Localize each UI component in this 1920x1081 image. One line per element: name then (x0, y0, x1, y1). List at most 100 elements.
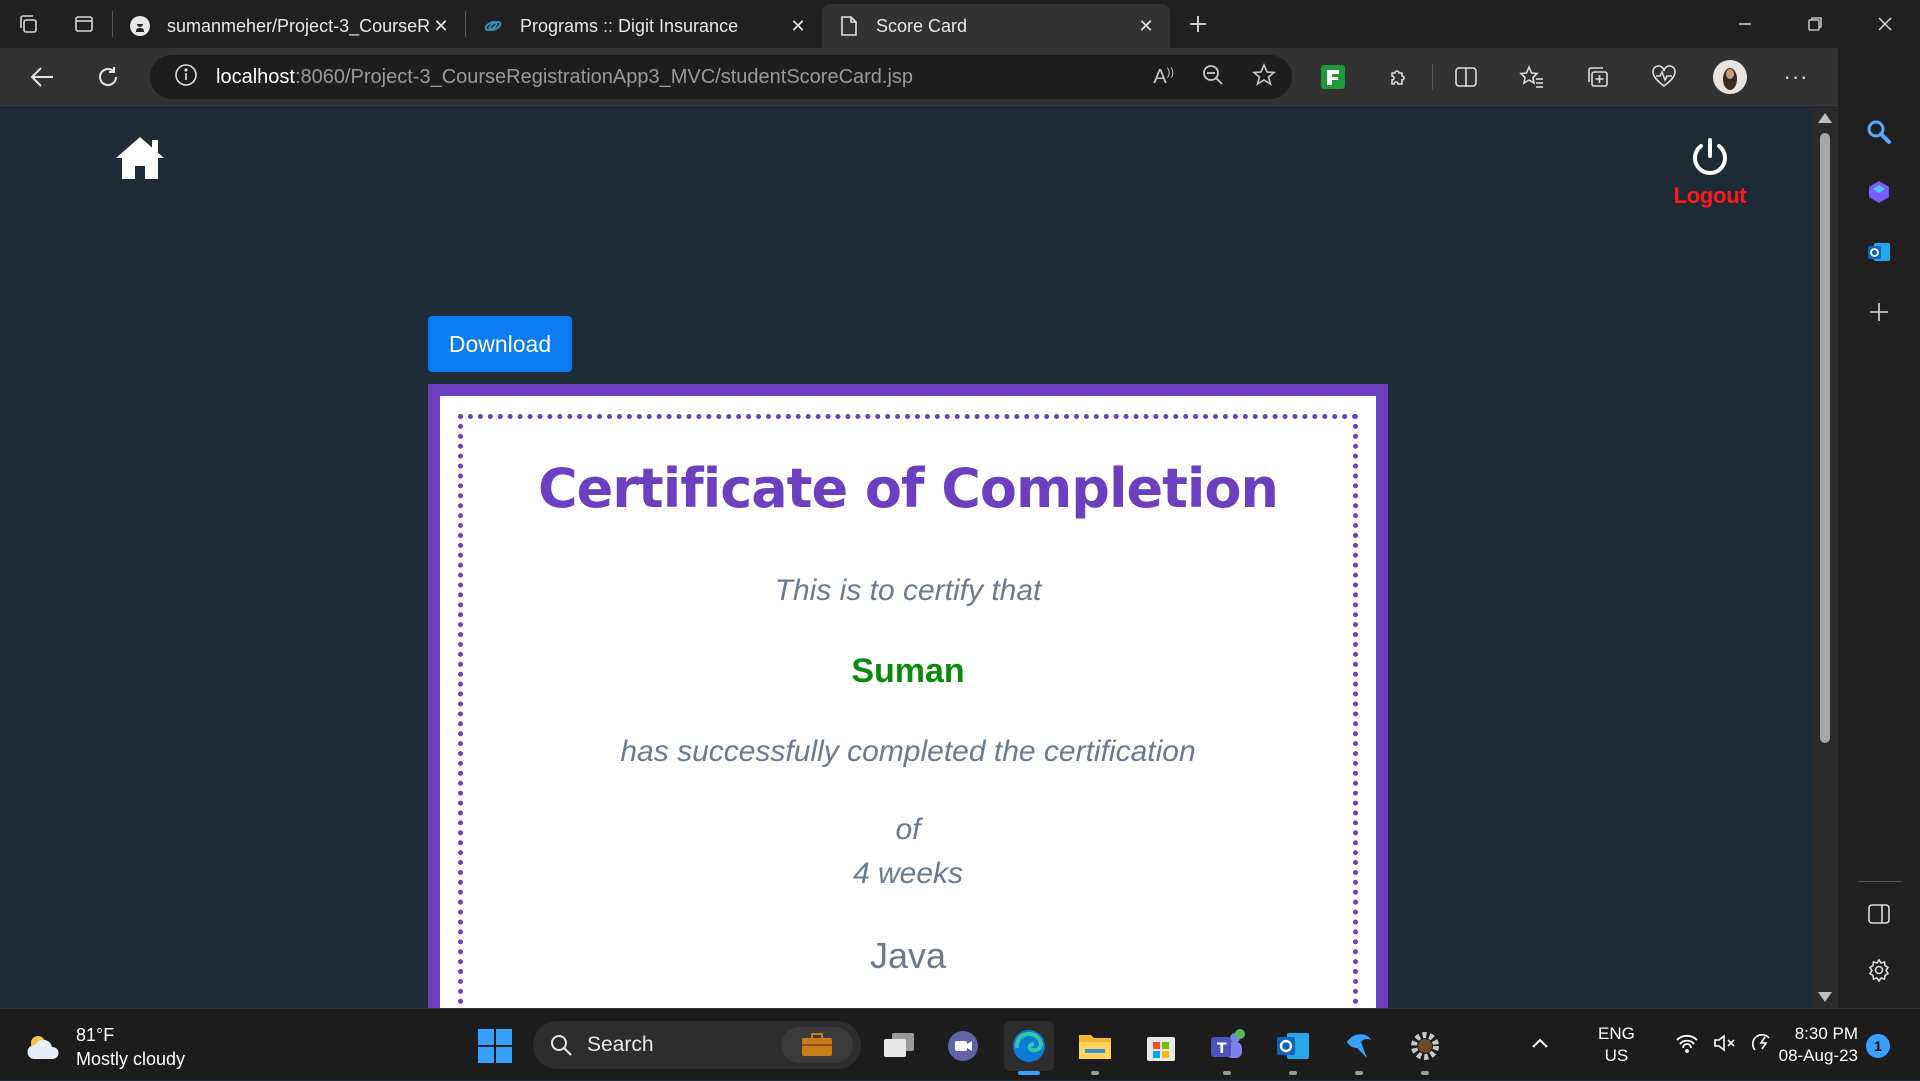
teams-icon[interactable]: T (1202, 1021, 1252, 1075)
tab-bar: sumanmeher/Project-3_CourseRe ✕ Programs… (0, 0, 1920, 48)
certify-text: This is to certify that (774, 574, 1042, 607)
hide-sidebar-icon[interactable] (1838, 886, 1920, 942)
logout-label: Logout (1673, 183, 1747, 208)
edge-sidebar (1838, 48, 1920, 1008)
sidebar-settings-icon[interactable] (1838, 942, 1920, 998)
zoom-out-icon[interactable] (1202, 64, 1224, 91)
show-hidden-icons-chevron-up-icon[interactable] (1530, 1036, 1550, 1055)
tab-digit-insurance[interactable]: Programs :: Digit Insurance ✕ (466, 6, 822, 46)
clock-time: 8:30 PM (1794, 1024, 1858, 1043)
weather-widget[interactable]: 81°F Mostly cloudy (24, 1023, 185, 1071)
clock-date: 08-Aug-23 (1778, 1046, 1858, 1065)
certificate-title: Certificate of Completion (538, 457, 1279, 520)
sidebar-outlook-icon[interactable] (1838, 224, 1920, 280)
browser-toolbar: ··· (1300, 48, 1895, 106)
course-name: Java (869, 935, 947, 976)
teams-chat-icon[interactable] (938, 1021, 988, 1071)
duration-text: 4 weeks (852, 857, 964, 890)
sidebar-copilot-icon[interactable] (1838, 164, 1920, 220)
favorite-star-icon[interactable] (1251, 62, 1277, 92)
active-indicator (1018, 1071, 1040, 1075)
scroll-thumb[interactable] (1820, 133, 1830, 743)
file-explorer-icon[interactable] (1070, 1021, 1120, 1075)
microsoft-store-icon[interactable] (1136, 1021, 1186, 1071)
tab-title: sumanmeher/Project-3_CourseRe (167, 15, 429, 36)
running-indicator (1223, 1071, 1231, 1075)
close-icon[interactable]: ✕ (429, 14, 453, 38)
certificate-frame: Certificate of Completion This is to cer… (428, 384, 1388, 1008)
workspaces-icon[interactable] (0, 0, 56, 48)
weather-temp: 81°F (76, 1025, 115, 1045)
home-icon[interactable] (114, 134, 166, 182)
running-indicator (1421, 1071, 1429, 1075)
read-aloud-icon[interactable]: A)) (1153, 66, 1174, 89)
running-indicator (1289, 1071, 1297, 1075)
more-options-icon[interactable]: ··· (1763, 48, 1829, 106)
url-host: localhost (216, 65, 295, 88)
extensions-puzzle-icon[interactable] (1366, 48, 1432, 106)
split-screen-icon[interactable] (1433, 48, 1499, 106)
page-icon (838, 15, 860, 37)
dolphin-app-icon[interactable] (1334, 1021, 1384, 1075)
taskbar-search[interactable]: Search (533, 1021, 861, 1069)
close-icon[interactable]: ✕ (786, 14, 810, 38)
tab-github[interactable]: sumanmeher/Project-3_CourseRe ✕ (113, 6, 465, 46)
start-windows-icon[interactable] (470, 1021, 520, 1071)
window-controls (1710, 0, 1920, 48)
certificate-body: Certificate of Completion This is to cer… (440, 396, 1376, 1008)
window-close-icon[interactable] (1850, 0, 1920, 48)
vertical-tabs-icon[interactable] (56, 0, 112, 48)
gear-app-icon[interactable] (1400, 1021, 1450, 1075)
system-tray: ENG US (1530, 1009, 1777, 1081)
wifi-icon[interactable] (1675, 1033, 1699, 1058)
notification-badge[interactable]: 1 (1866, 1034, 1890, 1058)
weather-desc: Mostly cloudy (76, 1049, 186, 1069)
new-tab-icon[interactable] (1176, 4, 1220, 44)
running-indicator (1091, 1071, 1099, 1075)
sidebar-add-icon[interactable] (1838, 284, 1920, 340)
refresh-icon[interactable] (80, 55, 136, 99)
tab-score-card[interactable]: Score Card ✕ (822, 4, 1170, 48)
collections-icon[interactable] (1565, 48, 1631, 106)
task-view-icon[interactable] (874, 1021, 924, 1071)
restore-icon[interactable] (1780, 0, 1850, 48)
sidebar-divider (1858, 881, 1902, 882)
outlook-icon[interactable] (1268, 1021, 1318, 1075)
scroll-up-arrow-icon[interactable] (1818, 113, 1832, 123)
minimize-icon[interactable] (1710, 0, 1780, 48)
of-text: of (895, 813, 921, 846)
weather-cloud-icon (27, 1036, 59, 1059)
profile-avatar[interactable] (1697, 48, 1763, 106)
svg-text:T: T (1217, 1041, 1227, 1057)
back-icon[interactable] (14, 55, 70, 99)
language-indicator[interactable]: ENG US (1598, 1023, 1635, 1067)
scroll-down-arrow-icon[interactable] (1818, 992, 1832, 1002)
browser-essentials-icon[interactable] (1631, 48, 1697, 106)
address-bar-actions: A)) (1153, 55, 1277, 99)
taskbar-clock[interactable]: 8:30 PM 08-Aug-23 (1758, 1023, 1858, 1067)
volume-muted-icon[interactable] (1713, 1033, 1737, 1058)
url-text[interactable]: localhost:8060/Project-3_CourseRegistrat… (216, 66, 913, 89)
extension-green-icon[interactable] (1300, 48, 1366, 106)
completion-text: has successfully completed the certifica… (620, 735, 1196, 768)
download-button[interactable]: Download (428, 316, 572, 372)
windows-taskbar: 81°F Mostly cloudy Search T ENG US 8:30 … (0, 1008, 1920, 1080)
link-icon (482, 15, 504, 37)
page-viewport: Logout Download Certificate of Completio… (0, 107, 1812, 1008)
close-icon[interactable]: ✕ (1134, 14, 1158, 38)
sidebar-search-icon[interactable] (1838, 104, 1920, 160)
site-info-icon[interactable] (174, 63, 198, 92)
tab-title: Score Card (876, 15, 968, 36)
page-scrollbar[interactable] (1812, 107, 1838, 1008)
running-indicator (1355, 1071, 1363, 1075)
search-label: Search (587, 1033, 654, 1056)
tab-title: Programs :: Digit Insurance (520, 15, 739, 36)
edge-browser-icon[interactable] (1004, 1021, 1054, 1075)
favorites-icon[interactable] (1499, 48, 1565, 106)
student-name: Suman (851, 652, 965, 690)
address-bar[interactable]: localhost:8060/Project-3_CourseRegistrat… (150, 55, 1292, 99)
github-icon (129, 15, 151, 37)
search-highlight-briefcase-icon (781, 1027, 853, 1063)
address-toolbar: localhost:8060/Project-3_CourseRegistrat… (0, 48, 1920, 106)
logout-link[interactable]: Logout (1660, 137, 1760, 209)
